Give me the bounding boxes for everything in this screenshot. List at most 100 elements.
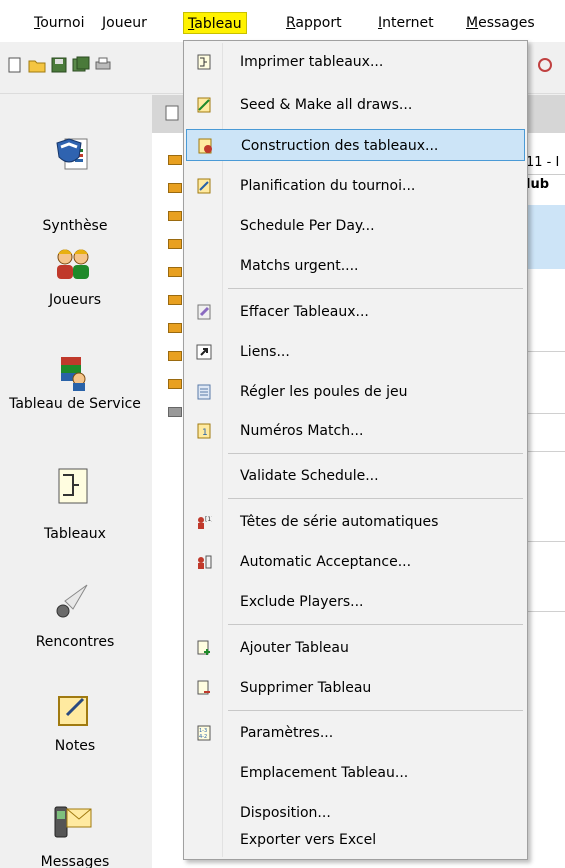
save-all-icon[interactable] <box>72 56 90 74</box>
menu-tournoi-label: ournoi <box>40 15 85 31</box>
menu-item-emplacement-tableau[interactable]: Emplacement Tableau... <box>186 757 525 789</box>
menu-tournoi[interactable]: Tournoi <box>30 12 88 34</box>
build-draws-icon <box>198 138 212 154</box>
menu-item-exclude-players[interactable]: Exclude Players... <box>186 586 525 618</box>
menu-item-label: Numéros Match... <box>240 423 364 439</box>
menu-internet[interactable]: Internet <box>374 12 438 34</box>
tree-node-icon[interactable] <box>168 295 182 305</box>
svg-text:[1]: [1] <box>205 516 212 523</box>
grid-header[interactable]: 11 - I <box>524 151 565 175</box>
nav-messages-label: Messages <box>40 854 110 868</box>
nav-rencontres[interactable]: Rencontres <box>0 581 150 691</box>
menu-rapport[interactable]: Rapport <box>282 12 346 34</box>
menu-item-regler-poules[interactable]: Régler les poules de jeu <box>186 376 525 408</box>
menu-item-effacer-tableaux[interactable]: Effacer Tableaux... <box>186 296 525 328</box>
duty-roster-icon <box>61 357 86 391</box>
print-icon[interactable] <box>94 56 112 74</box>
delete-draw-icon <box>197 680 210 695</box>
tree-node-icon[interactable] <box>168 183 182 193</box>
open-folder-icon[interactable] <box>28 56 46 74</box>
nav-tableaux-label: Tableaux <box>44 526 106 542</box>
menu-item-planification[interactable]: Planification du tournoi... <box>186 170 525 202</box>
menu-item-tetes-de-serie[interactable]: [1] Têtes de série automatiques <box>186 506 525 538</box>
planning-icon <box>197 178 211 194</box>
print-draw-icon <box>197 54 211 70</box>
menu-item-numeros-match[interactable]: 1 Numéros Match... <box>186 415 525 447</box>
menu-item-label: Validate Schedule... <box>240 468 379 484</box>
menu-item-label: Effacer Tableaux... <box>240 304 369 320</box>
menu-item-ajouter-tableau[interactable]: Ajouter Tableau <box>186 632 525 664</box>
svg-text:4-2: 4-2 <box>199 734 207 740</box>
tree-node-icon[interactable] <box>168 239 182 249</box>
draw-tree[interactable] <box>156 147 184 487</box>
add-draw-icon <box>197 640 210 655</box>
tableau-dropdown-menu: Imprimer tableaux... Seed & Make all dra… <box>183 40 528 860</box>
nav-rencontres-label: Rencontres <box>35 634 115 650</box>
tree-node-icon[interactable] <box>168 267 182 277</box>
grid-selected-row[interactable] <box>524 205 565 269</box>
nav-tableau-de-service[interactable]: Tableau de Service <box>0 353 150 463</box>
menu-item-supprimer-tableau[interactable]: Supprimer Tableau <box>186 672 525 704</box>
tree-node-icon[interactable] <box>168 211 182 221</box>
menu-item-imprimer-tableaux[interactable]: Imprimer tableaux... <box>186 46 525 78</box>
menu-item-label: Imprimer tableaux... <box>240 54 384 70</box>
nav-notes-label: Notes <box>54 738 96 754</box>
menu-item-label: Régler les poules de jeu <box>240 384 408 400</box>
menu-joueur[interactable]: Joueur <box>98 12 151 34</box>
svg-text:1: 1 <box>202 428 208 438</box>
nav-messages[interactable]: Messages <box>0 801 150 868</box>
players-icon <box>57 249 89 279</box>
tree-node-icon[interactable] <box>168 379 182 389</box>
menu-messages[interactable]: Messages <box>462 12 539 34</box>
new-file-icon[interactable] <box>6 56 24 74</box>
menu-rapport-accel: R <box>286 15 296 31</box>
nav-synthese[interactable]: Synthèse <box>0 135 150 245</box>
menu-item-automatic-acceptance[interactable]: Automatic Acceptance... <box>186 546 525 578</box>
grid-row-divider <box>524 351 565 352</box>
grid-column-club[interactable]: lub <box>524 177 565 207</box>
menu-separator <box>228 624 523 625</box>
settings-icon: 1-34-2 <box>197 725 211 741</box>
nav-tableau-de-service-label: Tableau de Service <box>9 396 141 412</box>
nav-notes[interactable]: Notes <box>0 691 150 801</box>
grid-row-divider <box>524 541 565 542</box>
menu-item-schedule-per-day[interactable]: Schedule Per Day... <box>186 210 525 242</box>
tree-node-icon[interactable] <box>168 407 182 417</box>
tree-node-icon[interactable] <box>168 323 182 333</box>
menu-joueur-label: oueur <box>106 15 147 31</box>
grid-row-divider <box>524 413 565 414</box>
menu-messages-label: essages <box>478 15 535 31</box>
tree-node-icon[interactable] <box>168 155 182 165</box>
menu-separator <box>228 710 523 711</box>
menu-item-label: Schedule Per Day... <box>240 218 375 234</box>
menu-messages-accel: M <box>466 15 479 31</box>
menu-item-parametres[interactable]: 1-3 4-2 Paramètres... <box>186 717 525 749</box>
tree-node-icon[interactable] <box>168 351 182 361</box>
menu-item-label: Paramètres... <box>240 725 334 741</box>
menu-item-label: Exclude Players... <box>240 594 364 610</box>
menu-item-matchs-urgent[interactable]: Matchs urgent.... <box>186 250 525 282</box>
menu-item-exporter-excel[interactable]: Exporter vers Excel <box>186 824 525 856</box>
menu-tableau[interactable]: Tableau <box>183 12 247 34</box>
seed-draws-icon <box>197 97 211 113</box>
left-navigation: Synthèse Joueurs Tableau de Service Tabl… <box>0 95 150 868</box>
shield-document-icon <box>56 138 88 170</box>
nav-joueurs[interactable]: Joueurs <box>0 245 150 355</box>
menu-item-validate-schedule[interactable]: Validate Schedule... <box>186 460 525 492</box>
toolbar-action-icon[interactable] <box>536 56 554 74</box>
grid-row-divider <box>524 611 565 612</box>
menu-item-seed-make-all-draws[interactable]: Seed & Make all draws... <box>186 89 525 121</box>
menu-item-label: Ajouter Tableau <box>240 640 349 656</box>
auto-seeds-icon: [1] <box>198 516 212 529</box>
menu-item-label: Exporter vers Excel <box>240 832 377 848</box>
menu-item-liens[interactable]: Liens... <box>186 336 525 368</box>
menu-item-construction-des-tableaux[interactable]: Construction des tableaux... <box>186 129 525 161</box>
nav-tableaux[interactable]: Tableaux <box>0 467 150 577</box>
app-window: Tournoi Joueur Tableau Rapport Internet … <box>0 0 565 868</box>
save-icon[interactable] <box>50 56 68 74</box>
menu-item-label: Liens... <box>240 344 290 360</box>
draws-icon <box>58 468 88 504</box>
notes-icon <box>58 696 88 726</box>
menu-item-label: Emplacement Tableau... <box>240 765 409 781</box>
menu-item-label: Construction des tableaux... <box>241 138 439 154</box>
